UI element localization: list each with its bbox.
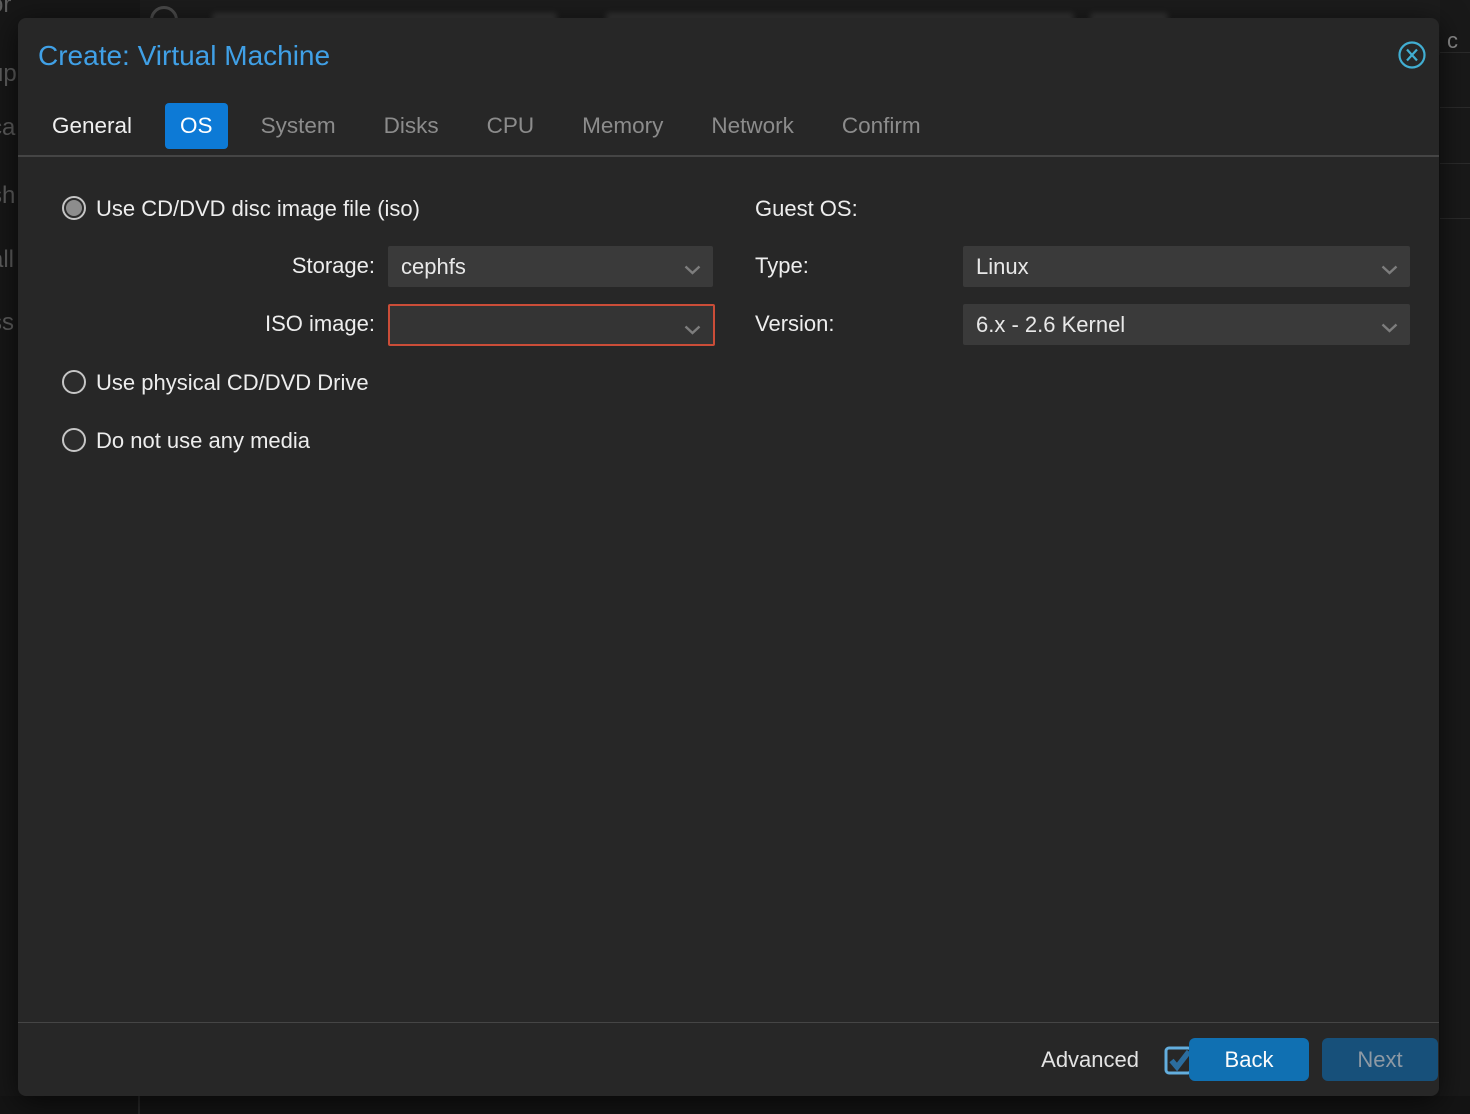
background-text-fragment: all: [0, 246, 14, 274]
version-label: Version:: [755, 311, 835, 337]
chevron-down-icon: [684, 322, 701, 340]
type-label: Type:: [755, 253, 809, 279]
tab-cpu[interactable]: CPU: [487, 113, 535, 139]
tab-disks[interactable]: Disks: [384, 113, 439, 139]
chevron-down-icon: [684, 262, 701, 280]
storage-value: cephfs: [401, 246, 466, 287]
dialog-title: Create: Virtual Machine: [38, 40, 330, 72]
background-row-divider: [1440, 163, 1470, 164]
background-text-fragment: c: [1447, 28, 1458, 54]
background-row-divider: [1440, 107, 1470, 108]
iso-image-label: ISO image:: [18, 311, 375, 337]
tab-memory[interactable]: Memory: [582, 113, 663, 139]
background-text-fragment: or: [0, 0, 11, 19]
create-vm-dialog: Create: Virtual Machine General OS Syste…: [18, 18, 1439, 1096]
radio-physical-drive[interactable]: [62, 370, 86, 394]
screen: c or up ca sh all ss Create: Virtual Mac…: [0, 0, 1470, 1114]
background-row-divider: [1440, 218, 1470, 219]
advanced-label: Advanced: [1041, 1047, 1139, 1073]
background-right-strip: [1440, 0, 1470, 1114]
close-icon[interactable]: [1397, 40, 1427, 70]
background-text-fragment: sh: [0, 182, 15, 210]
divider: [18, 155, 1439, 157]
radio-use-iso[interactable]: [62, 196, 86, 220]
tab-os[interactable]: OS: [165, 103, 228, 149]
guest-os-heading: Guest OS:: [755, 196, 858, 222]
background-sidebar-divider: [138, 1096, 140, 1114]
radio-use-iso-label: Use CD/DVD disc image file (iso): [96, 196, 420, 222]
os-version-select[interactable]: 6.x - 2.6 Kernel: [963, 304, 1410, 345]
os-version-value: 6.x - 2.6 Kernel: [976, 304, 1125, 345]
storage-label: Storage:: [18, 253, 375, 279]
os-type-select[interactable]: Linux: [963, 246, 1410, 287]
back-button[interactable]: Back: [1189, 1038, 1309, 1081]
divider: [18, 1022, 1439, 1023]
radio-physical-drive-label: Use physical CD/DVD Drive: [96, 370, 369, 396]
tab-system[interactable]: System: [261, 113, 336, 139]
wizard-tabbar: General OS System Disks CPU Memory Netwo…: [52, 103, 969, 149]
tab-general[interactable]: General: [52, 113, 132, 139]
chevron-down-icon: [1381, 320, 1398, 338]
iso-image-select[interactable]: [388, 304, 715, 346]
chevron-down-icon: [1381, 262, 1398, 280]
background-text-fragment: up: [0, 60, 17, 88]
background-text-fragment: ss: [0, 309, 14, 337]
tab-confirm[interactable]: Confirm: [842, 113, 921, 139]
next-button[interactable]: Next: [1322, 1038, 1438, 1081]
os-type-value: Linux: [976, 246, 1029, 287]
tab-network[interactable]: Network: [711, 113, 794, 139]
background-bottom-strip: [0, 1096, 1470, 1114]
background-text-fragment: ca: [0, 114, 15, 142]
radio-no-media-label: Do not use any media: [96, 428, 310, 454]
storage-select[interactable]: cephfs: [388, 246, 713, 287]
radio-no-media[interactable]: [62, 428, 86, 452]
